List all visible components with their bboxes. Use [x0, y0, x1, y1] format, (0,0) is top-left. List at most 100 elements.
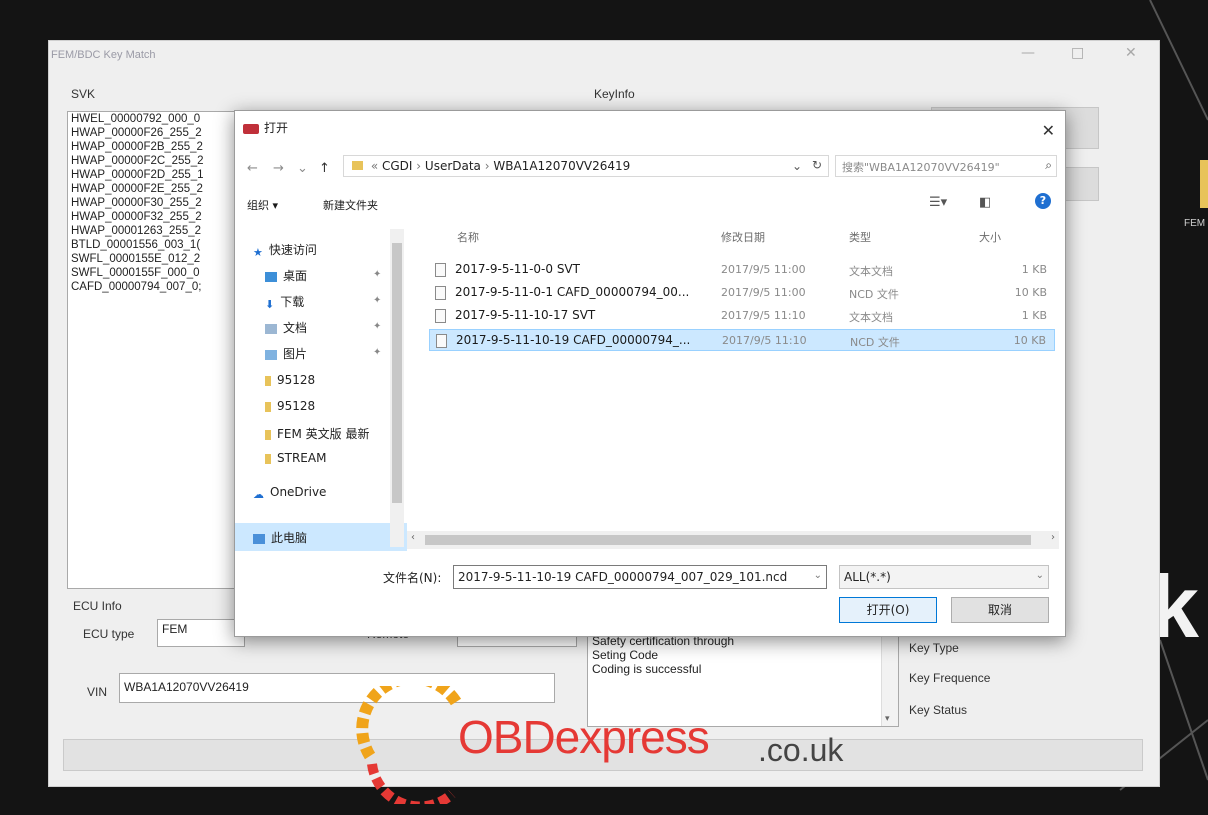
file-name: 2017-9-5-11-10-17 SVT [455, 308, 596, 322]
file-icon [436, 334, 447, 348]
filename-input[interactable]: 2017-9-5-11-10-19 CAFD_00000794_007_029_… [453, 565, 827, 589]
navigation-row: ← → ⌄ ↑ « CGDI › UserData › WBA1A12070VV… [235, 151, 1065, 181]
breadcrumb-userdata[interactable]: UserData [425, 159, 481, 173]
app-icon [243, 123, 259, 134]
close-icon[interactable]: ✕ [1042, 121, 1055, 140]
folder-icon [265, 375, 271, 386]
file-name: 2017-9-5-11-0-0 SVT [455, 262, 580, 276]
nav-item-pictures[interactable]: 图片 [265, 345, 307, 362]
nav-item-this-pc[interactable]: 此电脑 [253, 529, 307, 546]
scrollbar-thumb[interactable] [425, 535, 1031, 545]
pin-icon[interactable]: ✦ [373, 269, 381, 280]
file-row-selected[interactable]: 2017-9-5-11-10-19 CAFD_00000794_... 2017… [429, 329, 1055, 351]
scrollbar-thumb[interactable] [392, 243, 402, 503]
refresh-icon[interactable]: ↻ [812, 158, 822, 172]
address-bar[interactable]: « CGDI › UserData › WBA1A12070VV26419 ⌄ … [343, 155, 829, 177]
watermark-suffix: .co.uk [758, 732, 844, 768]
text-file-icon [435, 263, 446, 277]
column-header-date[interactable]: 修改日期 [721, 229, 765, 245]
file-row[interactable]: 2017-9-5-11-0-1 CAFD_00000794_00... 2017… [429, 282, 1055, 304]
vin-label: VIN [87, 685, 108, 699]
nav-item-downloads[interactable]: ⬇ 下载 [265, 293, 305, 311]
folder-icon [265, 429, 271, 440]
new-folder-button[interactable]: 新建文件夹 [323, 197, 378, 213]
ecu-type-field[interactable]: FEM [157, 619, 245, 647]
dialog-title-text: 打开 [264, 121, 289, 135]
nav-item-folder[interactable]: 95128 [265, 399, 315, 413]
side-fem-text: FEM [1184, 218, 1206, 229]
desktop-icon [265, 271, 277, 282]
nav-item-label: 下载 [280, 295, 305, 309]
file-type: NCD 文件 [850, 336, 900, 349]
filetype-value: ALL(*.*) [844, 570, 891, 584]
back-icon[interactable]: ← [247, 161, 258, 176]
nav-item-desktop[interactable]: 桌面 [265, 267, 307, 284]
download-icon: ⬇ [265, 297, 275, 311]
nav-item-onedrive[interactable]: ☁ OneDrive [253, 485, 326, 501]
help-icon[interactable]: ? [1035, 193, 1051, 209]
nav-item-label: 桌面 [283, 269, 308, 283]
preview-pane-icon[interactable]: ◧ [979, 195, 991, 210]
file-name: 2017-9-5-11-0-1 CAFD_00000794_00... [455, 285, 690, 299]
search-icon[interactable]: ⌕ [1045, 158, 1052, 173]
pin-icon[interactable]: ✦ [373, 321, 381, 332]
vin-field[interactable]: WBA1A12070VV26419 [119, 673, 555, 703]
nav-scrollbar[interactable] [390, 229, 404, 547]
ecu-type-label: ECU type [83, 627, 135, 641]
watermark-text: OBDexpress [458, 711, 710, 763]
file-size: 1 KB [1021, 263, 1047, 276]
filetype-select[interactable]: ALL(*.*) ⌄ [839, 565, 1049, 589]
nav-item-quick-access[interactable]: ★ 快速访问 [253, 241, 317, 259]
close-icon[interactable]: ✕ [1125, 45, 1137, 61]
minimize-icon[interactable]: — [1021, 45, 1035, 61]
log-line: Coding is successful [592, 662, 702, 676]
key-type-label: Key Type [909, 641, 959, 655]
chevron-left-icon[interactable]: ‹ [411, 532, 415, 543]
open-file-dialog: 打开 ✕ ← → ⌄ ↑ « CGDI › UserData › WBA1A12… [234, 110, 1066, 637]
search-input[interactable]: 搜索"WBA1A12070VV26419" ⌕ [835, 155, 1057, 177]
chevron-down-icon[interactable]: ⌄ [1036, 570, 1044, 581]
nav-item-folder[interactable]: 95128 [265, 373, 315, 387]
pin-icon[interactable]: ✦ [373, 295, 381, 306]
file-type: 文本文档 [849, 311, 893, 324]
log-line: Seting Code [592, 648, 659, 662]
file-row[interactable]: 2017-9-5-11-0-0 SVT 2017/9/5 11:00 文本文档 … [429, 259, 1055, 281]
chevron-right-icon[interactable]: › [1051, 532, 1055, 543]
watermark-logo [356, 686, 462, 804]
horizontal-scrollbar[interactable]: ‹ › [407, 531, 1059, 549]
nav-item-documents[interactable]: 文档 [265, 319, 307, 336]
up-arrow-icon[interactable]: ↑ [319, 161, 330, 176]
view-options-icon[interactable]: ☰▾ [929, 195, 947, 210]
svk-label: SVK [71, 87, 96, 101]
side-accent-bar [1200, 160, 1208, 208]
file-row[interactable]: 2017-9-5-11-10-17 SVT 2017/9/5 11:10 文本文… [429, 305, 1055, 327]
breadcrumb-cgdi[interactable]: CGDI [382, 159, 412, 173]
nav-item-label: STREAM [277, 451, 327, 465]
dialog-toolbar: 组织 ▾ 新建文件夹 ☰▾ ◧ ? [235, 191, 1065, 217]
chevron-down-icon[interactable]: ⌄ [813, 570, 822, 581]
open-button[interactable]: 打开(O) [839, 597, 937, 623]
file-size: 10 KB [1014, 286, 1047, 299]
column-header-name[interactable]: 名称 [457, 229, 479, 245]
file-date: 2017/9/5 11:10 [722, 334, 807, 347]
navigation-pane: ★ 快速访问 桌面 ✦ ⬇ 下载 ✦ 文档 ✦ 图片 ✦ 95128 95128 F… [235, 221, 407, 551]
log-scrollbar[interactable]: ▾ [881, 634, 898, 726]
pin-icon[interactable]: ✦ [373, 347, 381, 358]
nav-item-label: 图片 [283, 347, 308, 361]
organize-menu[interactable]: 组织 ▾ [247, 197, 278, 213]
forward-icon[interactable]: → [273, 161, 284, 176]
folder-icon [265, 453, 271, 464]
chevron-down-icon[interactable]: ⌄ [297, 161, 308, 176]
cancel-button[interactable]: 取消 [951, 597, 1049, 623]
chevron-down-icon[interactable]: ▾ [885, 714, 890, 724]
column-header-size[interactable]: 大小 [979, 229, 1001, 245]
file-name: 2017-9-5-11-10-19 CAFD_00000794_... [456, 333, 691, 347]
breadcrumb-vin-folder[interactable]: WBA1A12070VV26419 [493, 159, 630, 173]
maximize-icon[interactable]: □ [1071, 45, 1084, 61]
column-header-type[interactable]: 类型 [849, 229, 871, 245]
nav-item-folder[interactable]: STREAM [265, 451, 326, 465]
nav-item-folder[interactable]: FEM 英文版 最新 [265, 425, 391, 442]
filename-label: 文件名(N): [383, 571, 442, 585]
nav-item-label: 此电脑 [271, 531, 308, 545]
chevron-down-icon[interactable]: ⌄ [792, 159, 802, 173]
